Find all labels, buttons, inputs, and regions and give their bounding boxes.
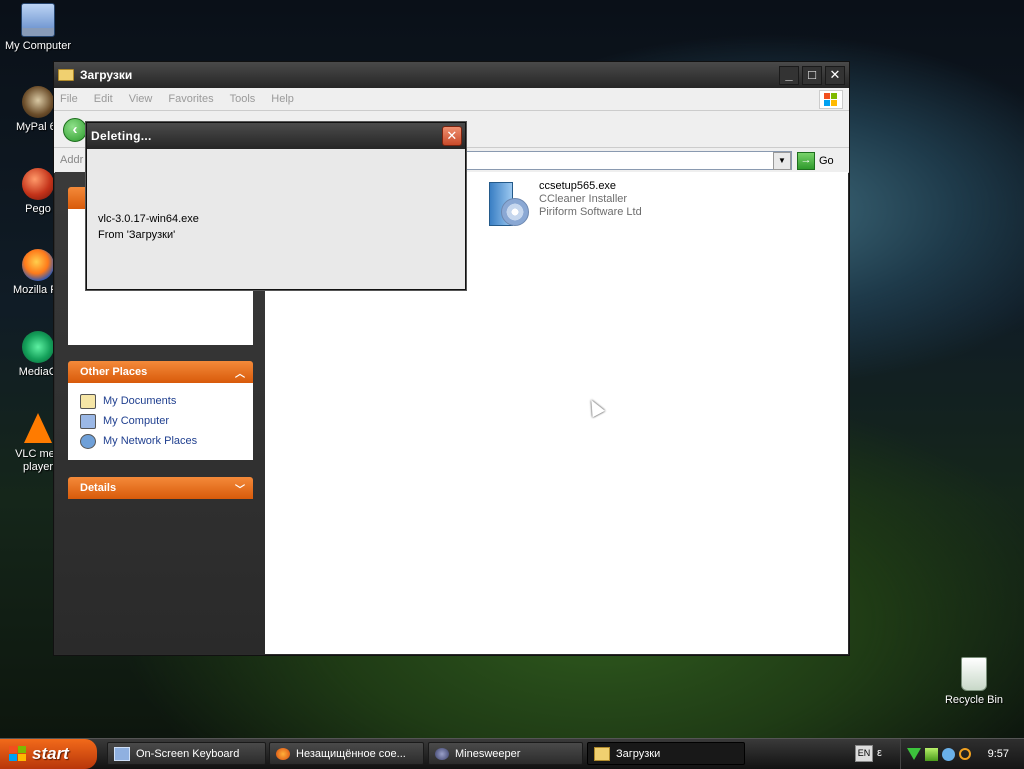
language-extra: ε — [877, 747, 882, 759]
download-arrow-icon[interactable] — [907, 748, 921, 760]
dialog-title-bar[interactable]: Deleting... ✕ — [87, 123, 465, 149]
address-label: Addr — [60, 154, 84, 166]
folder-icon — [58, 69, 74, 81]
clock: 9:57 — [987, 748, 1009, 760]
mypal-icon — [22, 86, 54, 118]
language-indicator[interactable]: EN — [855, 745, 873, 762]
details-title: Details — [80, 482, 117, 494]
windows-logo-icon — [819, 90, 843, 109]
window-title: Загрузки — [80, 68, 133, 82]
dialog-from-text: From 'Загрузки' — [98, 229, 176, 241]
mediaget-icon — [22, 331, 54, 363]
desktop-icon-recycle-bin[interactable]: Recycle Bin — [936, 657, 1012, 706]
place-label: My Network Places — [103, 435, 198, 447]
task-label: On-Screen Keyboard — [136, 747, 240, 760]
go-arrow-icon: → — [797, 152, 815, 170]
back-button[interactable]: ‹ — [63, 118, 87, 142]
place-label: My Computer — [103, 415, 170, 427]
menu-view[interactable]: View — [129, 93, 153, 105]
details-header[interactable]: Details ﹀ — [68, 477, 253, 499]
settings-icon[interactable] — [942, 747, 955, 761]
task-on-screen-keyboard[interactable]: On-Screen Keyboard — [107, 742, 266, 765]
vlc-icon — [24, 413, 52, 443]
dialog-close-button[interactable]: ✕ — [442, 126, 462, 146]
recycle-bin-icon — [961, 657, 987, 691]
menu-favorites[interactable]: Favorites — [168, 93, 213, 105]
folder-icon — [594, 746, 610, 761]
menu-edit[interactable]: Edit — [94, 93, 113, 105]
other-places-header[interactable]: Other Places ︿ — [68, 361, 253, 383]
start-button[interactable]: start — [0, 739, 97, 769]
task-label: Minesweeper — [455, 747, 521, 760]
go-button[interactable]: → Go — [797, 152, 834, 170]
file-item[interactable]: ccsetup565.exe CCleaner Installer Pirifo… — [487, 180, 642, 226]
dialog-file-name: vlc-3.0.17-win64.exe — [98, 213, 199, 225]
firefox-icon — [22, 249, 54, 281]
network-icon[interactable] — [925, 747, 938, 761]
task-label: Загрузки — [616, 747, 661, 760]
computer-icon — [21, 3, 55, 37]
menu-tools[interactable]: Tools — [230, 93, 256, 105]
details-panel: Details ﹀ — [68, 477, 253, 499]
menu-help[interactable]: Help — [271, 93, 294, 105]
task-firefox[interactable]: Незащищённое сое... — [269, 742, 424, 765]
taskbar: start On-Screen Keyboard Незащищённое со… — [0, 738, 1024, 769]
desktop-icon-label: Recycle Bin — [944, 694, 1004, 706]
address-dropdown-button[interactable]: ▼ — [773, 152, 791, 170]
desktop-icon-my-computer[interactable]: My Computer — [0, 3, 76, 52]
file-description: CCleaner Installer — [539, 193, 628, 205]
file-company: Piriform Software Ltd — [539, 206, 642, 218]
deleting-dialog: Deleting... ✕ vlc-3.0.17-win64.exe From … — [86, 122, 466, 290]
system-tray: 9:57 — [900, 739, 1024, 769]
start-label: start — [32, 744, 69, 763]
computer-icon — [80, 413, 96, 429]
other-places-my-network-places[interactable]: My Network Places — [80, 431, 243, 451]
mine-icon — [435, 747, 449, 760]
close-button[interactable]: ✕ — [825, 65, 845, 85]
other-places-my-computer[interactable]: My Computer — [80, 411, 243, 431]
documents-icon — [80, 393, 96, 409]
menu-bar: File Edit View Favorites Tools Help — [54, 88, 849, 111]
maximize-button[interactable]: □ — [802, 65, 822, 85]
other-places-panel: Other Places ︿ My Documents My Computer … — [68, 361, 253, 460]
windows-logo-icon — [9, 746, 27, 762]
firefox-icon — [276, 747, 290, 760]
search-icon[interactable] — [959, 748, 971, 760]
task-downloads-folder[interactable]: Загрузки — [587, 742, 745, 765]
collapse-icon[interactable]: ︿ — [235, 365, 245, 380]
other-places-title: Other Places — [80, 366, 148, 378]
minimize-button[interactable]: _ — [779, 65, 799, 85]
installer-icon — [487, 180, 533, 226]
window-title-bar[interactable]: Загрузки _ □ ✕ — [54, 62, 849, 88]
task-minesweeper[interactable]: Minesweeper — [428, 742, 583, 765]
keyboard-icon — [114, 746, 130, 761]
other-places-my-documents[interactable]: My Documents — [80, 391, 243, 411]
desktop-icon-label: My Computer — [4, 40, 72, 52]
menu-file[interactable]: File — [60, 93, 78, 105]
pego-icon — [22, 168, 54, 200]
expand-icon[interactable]: ﹀ — [235, 481, 245, 496]
network-icon — [80, 433, 96, 449]
dialog-title: Deleting... — [91, 129, 152, 143]
task-label: Незащищённое сое... — [296, 747, 406, 760]
file-name: ccsetup565.exe — [539, 180, 617, 192]
place-label: My Documents — [103, 395, 177, 407]
go-label: Go — [819, 155, 834, 167]
